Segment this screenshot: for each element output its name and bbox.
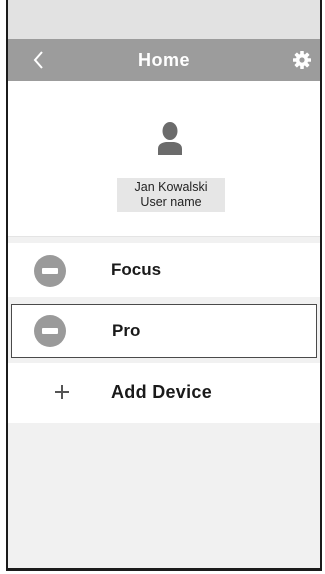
device-label: Pro bbox=[112, 321, 141, 340]
add-device-button[interactable]: Add Device bbox=[8, 363, 320, 423]
user-name-caption: User name bbox=[140, 195, 202, 209]
user-display-name: Jan Kowalski bbox=[134, 180, 208, 194]
add-device-label: Add Device bbox=[111, 382, 213, 402]
plus-icon bbox=[55, 385, 69, 399]
divider bbox=[8, 236, 320, 237]
gear-icon bbox=[293, 51, 311, 69]
user-name-card[interactable]: Jan Kowalski User name bbox=[117, 178, 225, 212]
phone-frame: Home Jan Kowalski User name Focus Pro Ad… bbox=[6, 0, 322, 571]
device-icon bbox=[34, 255, 66, 287]
status-bar bbox=[8, 0, 320, 39]
user-silhouette-icon bbox=[158, 122, 182, 155]
device-icon bbox=[34, 315, 66, 347]
avatar bbox=[157, 121, 183, 155]
device-item-focus[interactable]: Focus bbox=[8, 243, 320, 297]
settings-button[interactable] bbox=[292, 50, 312, 70]
page-title: Home bbox=[137, 50, 190, 70]
nav-bar: Home bbox=[8, 39, 320, 81]
user-profile: Jan Kowalski User name bbox=[8, 81, 320, 236]
device-label: Focus bbox=[111, 260, 162, 279]
device-item-pro[interactable]: Pro bbox=[11, 304, 317, 358]
